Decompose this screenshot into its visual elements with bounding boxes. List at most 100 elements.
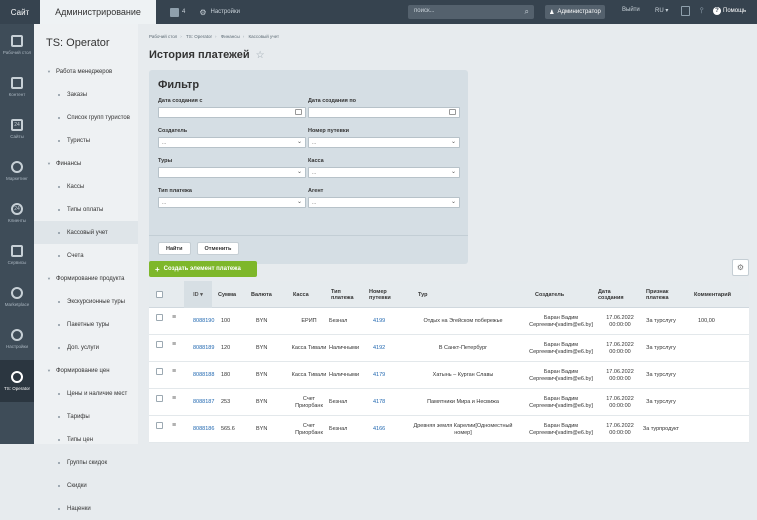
table-row[interactable]: ≡ 8088189 120 BYN Касса Тивали Наличными… <box>149 335 749 362</box>
row-checkbox[interactable] <box>156 422 163 429</box>
row-voucher[interactable]: 4179 <box>373 362 397 389</box>
site-tab[interactable]: Сайт <box>0 0 40 24</box>
menu-item-discounts[interactable]: Скидки <box>34 474 138 497</box>
row-voucher[interactable]: 4178 <box>373 389 397 416</box>
row-voucher[interactable]: 4192 <box>373 335 397 362</box>
table-settings-button[interactable]: ⚙ <box>732 259 749 276</box>
menu-item-tariffs[interactable]: Тарифы <box>34 405 138 428</box>
row-menu-icon[interactable]: ≡ <box>172 368 179 375</box>
help-button[interactable]: ? Помощь <box>713 7 746 15</box>
date-to-input[interactable] <box>308 107 460 118</box>
row-menu-icon[interactable]: ≡ <box>172 314 179 321</box>
calendar-icon[interactable] <box>295 109 302 115</box>
menu-item-finance[interactable]: Финансы <box>34 152 138 175</box>
header-sign[interactable]: Признак платежа <box>646 281 680 308</box>
search-input[interactable]: поиск... ⌕ <box>408 5 534 19</box>
filter-title: Фильтр <box>158 79 200 91</box>
breadcrumb-item[interactable]: TS: Operator <box>186 34 212 39</box>
nav-desktop[interactable]: Рабочий стол <box>0 24 34 66</box>
menu-item-orders[interactable]: Заказы <box>34 83 138 106</box>
row-voucher[interactable]: 4166 <box>373 416 397 443</box>
menu-item-invoices[interactable]: Счета <box>34 244 138 267</box>
header-currency[interactable]: Валюта <box>251 281 285 308</box>
row-currency: BYN <box>256 318 268 325</box>
pin-icon[interactable]: ⫯ <box>700 6 703 16</box>
row-id[interactable]: 8088190 <box>193 308 223 335</box>
menu-item-price-types[interactable]: Типы цен <box>34 428 138 451</box>
breadcrumb-item[interactable]: Финансы <box>221 34 240 39</box>
row-id[interactable]: 8088187 <box>193 389 223 416</box>
table-row[interactable]: ≡ 8088190 100 BYN ЕРИП Безнал 4199 Отдых… <box>149 308 749 335</box>
menu-item-pricing[interactable]: Формирование цен <box>34 359 138 382</box>
row-menu-icon[interactable]: ≡ <box>172 395 179 402</box>
row-menu-icon[interactable]: ≡ <box>172 422 179 429</box>
menu-item-tourists[interactable]: Туристы <box>34 129 138 152</box>
row-voucher[interactable]: 4199 <box>373 308 397 335</box>
window-icon[interactable] <box>681 6 690 16</box>
user-button[interactable]: ♟ Администратор <box>545 5 605 19</box>
row-checkbox[interactable] <box>156 395 163 402</box>
row-checkbox[interactable] <box>156 314 163 321</box>
nav-sites[interactable]: 24 Сайты <box>0 108 34 150</box>
menu-item-prices-availability[interactable]: Цены и наличие мест <box>34 382 138 405</box>
star-icon[interactable]: ☆ <box>256 50 265 61</box>
nav-ts-operator[interactable]: TS: Operator <box>0 360 34 402</box>
header-tour[interactable]: Тур <box>418 281 478 308</box>
table-row[interactable]: ≡ 8088186 565.6 BYN Счет Приорбанк Безна… <box>149 416 749 443</box>
header-voucher[interactable]: Номер путевки <box>369 281 399 308</box>
nav-marketplace[interactable]: Marketplace <box>0 276 34 318</box>
add-payment-button[interactable]: + Создать элемент платежа <box>149 261 257 277</box>
header-date[interactable]: Дата создания <box>598 281 630 308</box>
menu-item-product[interactable]: Формирование продукта <box>34 267 138 290</box>
menu-item-extra-services[interactable]: Доп. услуги <box>34 336 138 359</box>
tours-select[interactable]: ⌄ <box>158 167 306 178</box>
date-from-input[interactable] <box>158 107 306 118</box>
language-select[interactable]: RU ▾ <box>655 7 668 14</box>
header-payment-type[interactable]: Тип платежа <box>331 281 361 308</box>
administration-tab[interactable]: Администрирование <box>40 0 156 24</box>
voucher-select[interactable]: ... ⌄ <box>308 137 460 148</box>
menu-item-payment-types[interactable]: Типы оплаты <box>34 198 138 221</box>
row-cashbox: Счет Приорбанк <box>295 423 323 436</box>
agent-select[interactable]: ... ⌄ <box>308 197 460 208</box>
nav-services[interactable]: Сервисы <box>0 234 34 276</box>
nav-content[interactable]: Контент <box>0 66 34 108</box>
menu-item-excursion-tours[interactable]: Экскурсионные туры <box>34 290 138 313</box>
nav-marketing[interactable]: Маркетинг <box>0 150 34 192</box>
cashbox-select[interactable]: ... ⌄ <box>308 167 460 178</box>
row-checkbox[interactable] <box>156 368 163 375</box>
find-button[interactable]: Найти <box>158 242 191 255</box>
row-id[interactable]: 8088188 <box>193 362 223 389</box>
creator-select[interactable]: ... ⌄ <box>158 137 306 148</box>
logout-link[interactable]: Выйти <box>622 7 640 13</box>
cancel-button[interactable]: Отменить <box>196 242 240 255</box>
menu-item-tourist-groups[interactable]: Список групп туристов <box>34 106 138 129</box>
header-id[interactable]: ID ▾ <box>184 281 212 308</box>
header-comment[interactable]: Комментарий <box>694 281 749 308</box>
row-checkbox[interactable] <box>156 341 163 348</box>
row-id[interactable]: 8088186 <box>193 416 223 443</box>
row-sign: За турпродукт <box>642 426 680 433</box>
menu-item-markups[interactable]: Наценки <box>34 497 138 520</box>
breadcrumb-item[interactable]: Рабочий стол <box>149 34 177 39</box>
select-all-checkbox[interactable] <box>156 291 163 298</box>
nav-clients[interactable]: 24 Клиенты <box>0 192 34 234</box>
table-row[interactable]: ≡ 8088187 253 BYN Счет Приорбанк Безнал … <box>149 389 749 416</box>
menu-item-managers[interactable]: Работа менеджеров <box>34 60 138 83</box>
notifications-button[interactable]: 4 <box>170 7 185 17</box>
row-id[interactable]: 8088189 <box>193 335 223 362</box>
menu-item-discount-groups[interactable]: Группы скидок <box>34 451 138 474</box>
paytype-select[interactable]: ... ⌄ <box>158 197 306 208</box>
nav-settings[interactable]: Настройки <box>0 318 34 360</box>
breadcrumb-item[interactable]: Кассовый учет <box>248 34 279 39</box>
settings-link[interactable]: ⚙ Настройки <box>199 8 240 17</box>
header-cashbox[interactable]: Касса <box>293 281 327 308</box>
menu-item-package-tours[interactable]: Пакетные туры <box>34 313 138 336</box>
header-sum[interactable]: Сумма <box>218 281 248 308</box>
table-row[interactable]: ≡ 8088188 180 BYN Касса Тивали Наличными… <box>149 362 749 389</box>
header-creator[interactable]: Создатель <box>535 281 595 308</box>
menu-item-cashboxes[interactable]: Кассы <box>34 175 138 198</box>
row-menu-icon[interactable]: ≡ <box>172 341 179 348</box>
menu-item-cash-accounting[interactable]: Кассовый учет <box>34 221 138 244</box>
calendar-icon[interactable] <box>449 109 456 115</box>
